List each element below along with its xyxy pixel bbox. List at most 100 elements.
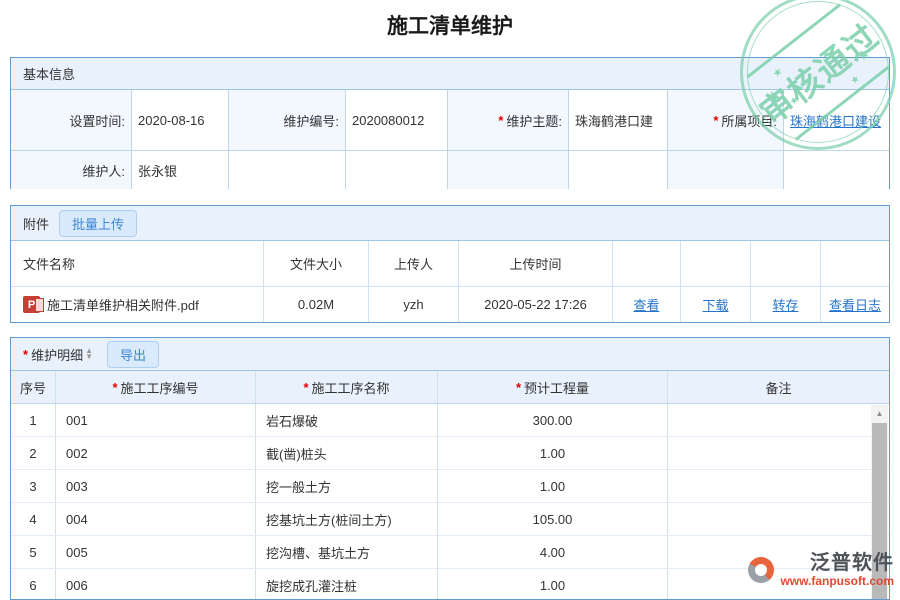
detail-qty: 1.00 (438, 569, 668, 600)
detail-seq: 2 (11, 437, 56, 469)
col-uploader: 上传人 (369, 241, 459, 286)
pdf-file-icon: P (23, 296, 40, 313)
value-text: 2020080012 (352, 113, 424, 128)
detail-seq: 5 (11, 536, 56, 568)
attachments-header: 附件 批量上传 (11, 206, 889, 241)
label-text: 维护主题: (506, 111, 562, 130)
empty-cell (668, 151, 784, 189)
col-estimated-qty: *预计工程量 (438, 371, 668, 403)
field-value-project: 珠海鹤港口建设 (784, 90, 889, 151)
scrollbar-up-arrow-icon[interactable]: ▲ (871, 405, 888, 422)
view-log-link[interactable]: 查看日志 (829, 295, 881, 314)
empty-cell (346, 151, 448, 189)
required-marker: * (498, 113, 503, 128)
attachment-action-transfer: 转存 (751, 287, 821, 322)
vendor-watermark: 泛普软件 www.fanpusoft.com (748, 552, 894, 588)
detail-name: 截(凿)桩头 (256, 437, 438, 469)
detail-name: 旋挖成孔灌注桩 (256, 569, 438, 600)
detail-seq: 4 (11, 503, 56, 535)
attachment-action-view: 查看 (613, 287, 681, 322)
detail-qty: 105.00 (438, 503, 668, 535)
detail-code: 004 (56, 503, 256, 535)
detail-seq: 1 (11, 404, 56, 436)
field-value-set-time: 2020-08-16 (132, 90, 229, 151)
required-marker: * (516, 380, 521, 395)
attachment-file: P 施工清单维护相关附件.pdf (11, 287, 264, 322)
value-text: 张永银 (138, 161, 177, 180)
download-link[interactable]: 下载 (702, 295, 728, 314)
detail-note (668, 404, 889, 436)
basic-info-title: 基本信息 (23, 64, 75, 83)
col-process-name: * 施工工序名称 (256, 371, 438, 403)
header-text: 施工工序编号 (121, 378, 199, 397)
field-label-project: *所属项目: (668, 90, 784, 151)
col-upload-time: 上传时间 (459, 241, 613, 286)
required-marker: * (112, 380, 117, 395)
batch-upload-button[interactable]: 批量上传 (59, 210, 137, 237)
field-value-maintainer: 张永银 (132, 151, 229, 189)
field-value-maint-no: 2020080012 (346, 90, 448, 151)
detail-qty: 1.00 (438, 470, 668, 502)
detail-name: 挖一般土方 (256, 470, 438, 502)
basic-info-grid: 设置时间: 2020-08-16 维护编号: 2020080012 *维护主题:… (11, 90, 889, 189)
table-row: 3 003 挖一般土方 1.00 (11, 470, 889, 503)
table-row: 1 001 岩石爆破 300.00 (11, 404, 889, 437)
header-text: 施工工序名称 (312, 378, 390, 397)
watermark-url: www.fanpusoft.com (780, 574, 894, 588)
col-action (821, 241, 889, 286)
watermark-brand: 泛普软件 (810, 552, 894, 574)
sort-spinner-icon[interactable]: ▲ ▼ (85, 348, 93, 360)
table-row: 4 004 挖基坑土方(桩间土方) 105.00 (11, 503, 889, 536)
col-process-code: * 施工工序编号 (56, 371, 256, 403)
col-action (613, 241, 681, 286)
detail-name: 岩石爆破 (256, 404, 438, 436)
detail-name: 挖基坑土方(桩间土方) (256, 503, 438, 535)
detail-qty: 1.00 (438, 437, 668, 469)
detail-code: 006 (56, 569, 256, 600)
field-value-subject: 珠海鹤港口建 (569, 90, 668, 151)
required-marker: * (23, 347, 28, 362)
col-note: 备注 (668, 371, 889, 403)
detail-note (668, 503, 889, 535)
required-marker: * (303, 380, 308, 395)
empty-cell (448, 151, 569, 189)
attachment-action-download: 下载 (681, 287, 751, 322)
attachment-upload-time: 2020-05-22 17:26 (459, 287, 613, 322)
attachment-file-size: 0.02M (264, 287, 369, 322)
attachments-panel: 附件 批量上传 文件名称 文件大小 上传人 上传时间 P 施工清单维护相关附件.… (10, 205, 890, 323)
detail-code: 005 (56, 536, 256, 568)
project-link[interactable]: 珠海鹤港口建设 (790, 111, 881, 130)
basic-info-panel: 基本信息 设置时间: 2020-08-16 维护编号: 2020080012 *… (10, 57, 890, 189)
label-text: 设置时间: (69, 111, 125, 130)
detail-seq: 3 (11, 470, 56, 502)
empty-cell (784, 151, 889, 189)
detail-note (668, 470, 889, 502)
required-marker: * (713, 113, 718, 128)
detail-note (668, 437, 889, 469)
attachment-row: P 施工清单维护相关附件.pdf 0.02M yzh 2020-05-22 17… (11, 286, 889, 322)
transfer-link[interactable]: 转存 (772, 295, 798, 314)
detail-seq: 6 (11, 569, 56, 600)
fanpu-logo-icon (748, 557, 774, 583)
export-button[interactable]: 导出 (107, 341, 159, 368)
col-file-size: 文件大小 (264, 241, 369, 286)
col-seq: 序号 (11, 371, 56, 403)
attachment-uploader: yzh (369, 287, 459, 322)
watermark-text: 泛普软件 www.fanpusoft.com (780, 552, 894, 588)
label-text: 维护编号: (283, 111, 339, 130)
table-row: 2 002 截(凿)桩头 1.00 (11, 437, 889, 470)
label-text: 维护人: (82, 161, 125, 180)
details-title: 维护明细 (31, 345, 83, 364)
details-table-header: 序号 * 施工工序编号 * 施工工序名称 *预计工程量 备注 (11, 371, 889, 404)
field-label-maintainer: 维护人: (11, 151, 132, 189)
attachment-action-log: 查看日志 (821, 287, 889, 322)
details-header: * 维护明细 ▲ ▼ 导出 (11, 338, 889, 371)
view-link[interactable]: 查看 (633, 295, 659, 314)
empty-cell (229, 151, 346, 189)
field-label-set-time: 设置时间: (11, 90, 132, 151)
col-file-name: 文件名称 (11, 241, 264, 286)
col-action (751, 241, 821, 286)
attachments-title: 附件 (23, 214, 49, 233)
field-label-subject: *维护主题: (448, 90, 569, 151)
detail-code: 001 (56, 404, 256, 436)
